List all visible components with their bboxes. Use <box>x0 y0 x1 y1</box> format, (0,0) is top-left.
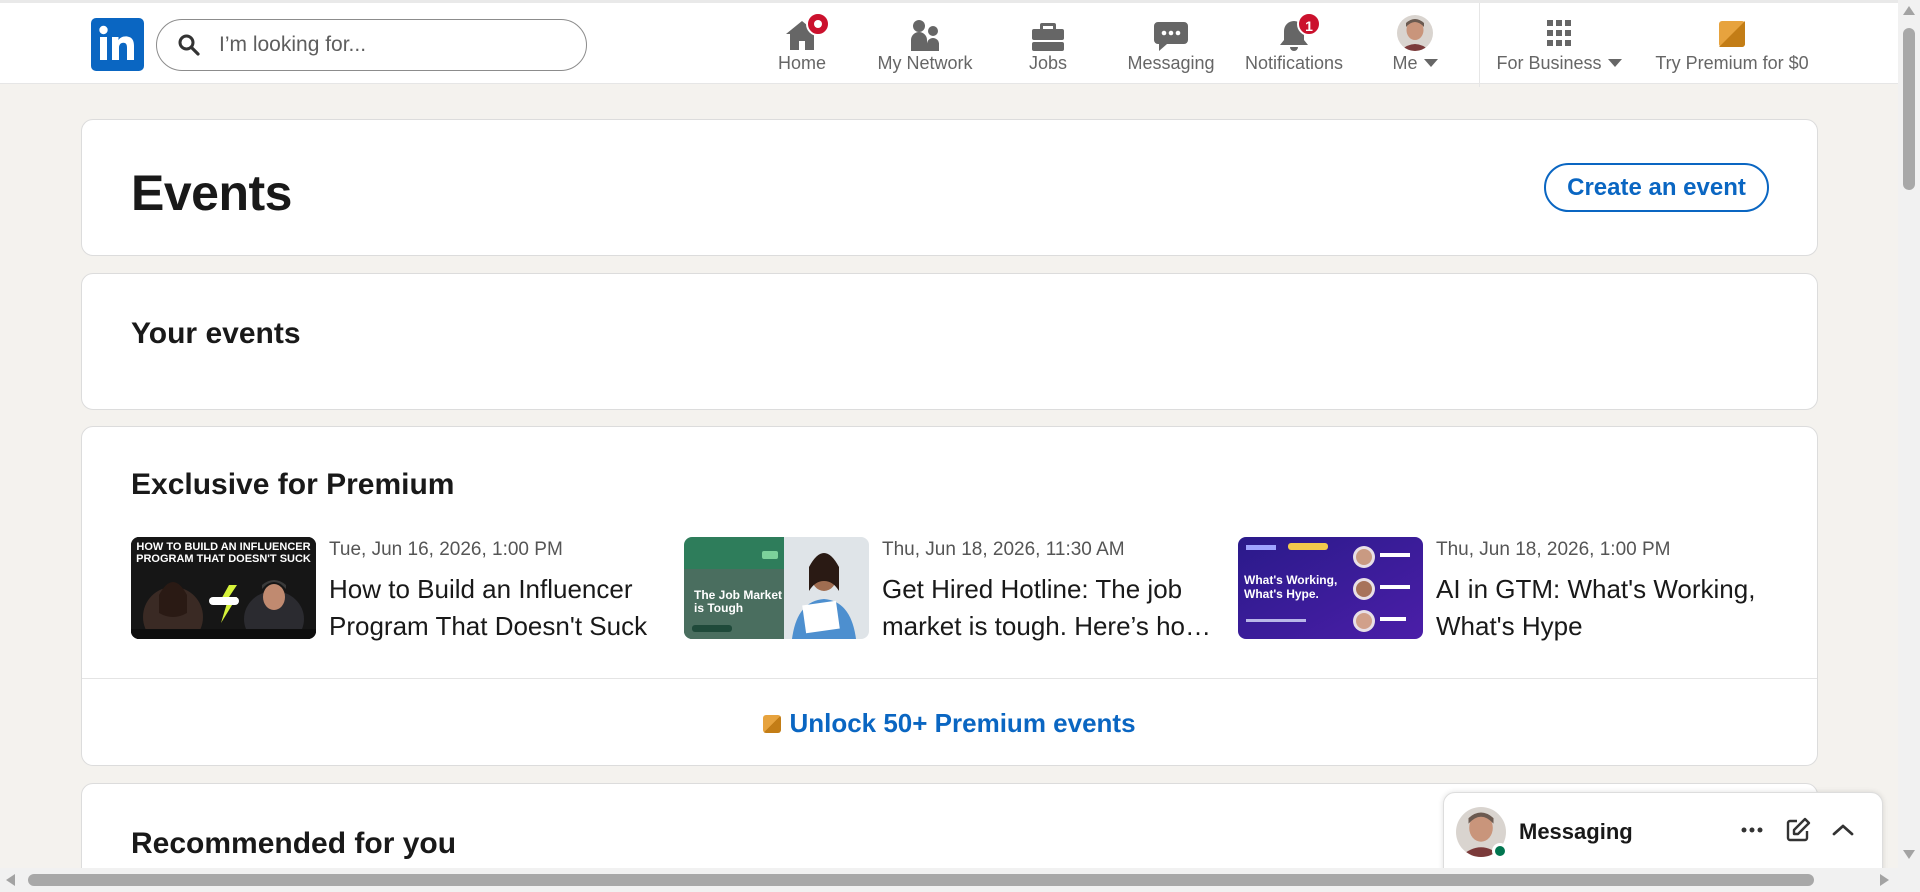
compose-icon[interactable] <box>1783 815 1813 845</box>
nav-jobs-label: Jobs <box>1028 53 1068 73</box>
global-nav: Home My Network Jobs Messaging <box>0 0 1898 87</box>
scroll-down-arrow-icon[interactable] <box>1903 850 1915 859</box>
nav-me[interactable]: Me <box>1385 11 1445 79</box>
your-events-heading: Your events <box>131 317 301 350</box>
nav-try-premium-label: Try Premium for $0 <box>1655 53 1809 73</box>
chat-icon <box>1154 22 1188 51</box>
briefcase-icon <box>1032 23 1064 51</box>
event-date: Tue, Jun 16, 2026, 1:00 PM <box>329 539 563 560</box>
notifications-badge: 1 <box>1297 12 1321 36</box>
people-icon <box>911 20 939 51</box>
premium-icon <box>1719 21 1745 47</box>
recommended-heading: Recommended for you <box>131 827 457 860</box>
horizontal-scrollbar[interactable] <box>0 868 1898 892</box>
event-thumbnail: The Job Market is Tough <box>684 537 869 639</box>
search-bar[interactable] <box>156 19 587 71</box>
vertical-scrollbar-thumb[interactable] <box>1903 28 1915 190</box>
nav-notifications-label: Notifications <box>1244 53 1344 73</box>
premium-events-heading: Exclusive for Premium <box>131 468 455 501</box>
nav-me-label: Me <box>1385 53 1445 74</box>
event-thumbnail-text: What's Working, What's Hype. <box>1244 573 1338 601</box>
search-icon <box>178 34 200 56</box>
create-event-button[interactable]: Create an event <box>1544 163 1769 212</box>
premium-icon <box>763 715 782 733</box>
nav-for-business[interactable]: For Business <box>1494 11 1624 79</box>
nav-messaging[interactable]: Messaging <box>1124 11 1218 79</box>
nav-for-business-label: For Business <box>1494 53 1624 74</box>
linkedin-logo[interactable] <box>91 18 144 71</box>
vertical-scrollbar[interactable] <box>1898 0 1920 892</box>
search-input[interactable] <box>219 30 569 60</box>
event-date: Thu, Jun 18, 2026, 11:30 AM <box>882 539 1125 560</box>
grid-icon <box>1547 20 1571 46</box>
your-events-card: Your events <box>81 273 1818 410</box>
event-thumbnail: What's Working, What's Hype. <box>1238 537 1423 639</box>
event-thumbnail: HOW TO BUILD AN INFLUENCER PROGRAM THAT … <box>131 537 316 639</box>
event-title[interactable]: AI in GTM: What's Working, What's Hype <box>1436 571 1776 645</box>
chevron-up-icon[interactable] <box>1828 815 1858 845</box>
event-title[interactable]: How to Build an Influencer Program That … <box>329 571 669 645</box>
event-card[interactable]: The Job Market is Tough Thu, Jun 18, 202… <box>684 537 1224 641</box>
horizontal-scrollbar-thumb[interactable] <box>28 874 1814 886</box>
nav-me-text: Me <box>1392 53 1418 73</box>
event-card[interactable]: HOW TO BUILD AN INFLUENCER PROGRAM THAT … <box>131 537 671 641</box>
nav-my-network-label: My Network <box>877 53 973 73</box>
scroll-up-arrow-icon[interactable] <box>1903 6 1915 15</box>
premium-events-card: Exclusive for Premium HOW TO BUILD AN IN… <box>81 426 1818 766</box>
event-thumbnail-text: HOW TO BUILD AN INFLUENCER PROGRAM THAT … <box>136 541 311 565</box>
card-divider <box>82 678 1817 679</box>
online-status-dot <box>1492 843 1508 859</box>
page-title: Events <box>131 165 292 221</box>
more-options-icon[interactable] <box>1737 815 1767 845</box>
scroll-left-arrow-icon[interactable] <box>6 874 15 886</box>
nav-jobs[interactable]: Jobs <box>1018 11 1078 79</box>
nav-notifications[interactable]: 1 Notifications <box>1240 11 1348 79</box>
avatar <box>1397 15 1433 51</box>
event-thumbnail-text: The Job Market is Tough <box>694 588 783 615</box>
nav-messaging-label: Messaging <box>1127 53 1215 73</box>
events-header-card: Events Create an event <box>81 119 1818 256</box>
event-card[interactable]: What's Working, What's Hype. Thu, Jun 18… <box>1238 537 1778 641</box>
nav-try-premium[interactable]: Try Premium for $0 <box>1651 11 1813 79</box>
nav-divider <box>1479 3 1480 87</box>
chevron-down-icon <box>1423 59 1438 67</box>
chevron-down-icon <box>1607 59 1622 67</box>
unlock-premium-events-link[interactable]: Unlock 50+ Premium events <box>82 708 1817 739</box>
messaging-title: Messaging <box>1519 819 1633 844</box>
scroll-right-arrow-icon[interactable] <box>1880 874 1889 886</box>
event-date: Thu, Jun 18, 2026, 1:00 PM <box>1436 539 1671 560</box>
nav-for-business-text: For Business <box>1496 53 1602 73</box>
nav-home-label: Home <box>777 53 826 73</box>
unlock-premium-events-label: Unlock 50+ Premium events <box>789 708 1136 738</box>
nav-my-network[interactable]: My Network <box>868 11 982 79</box>
nav-home[interactable]: Home <box>767 11 837 79</box>
event-title[interactable]: Get Hired Hotline: The job market is tou… <box>882 571 1222 645</box>
home-notification-dot <box>806 12 830 36</box>
